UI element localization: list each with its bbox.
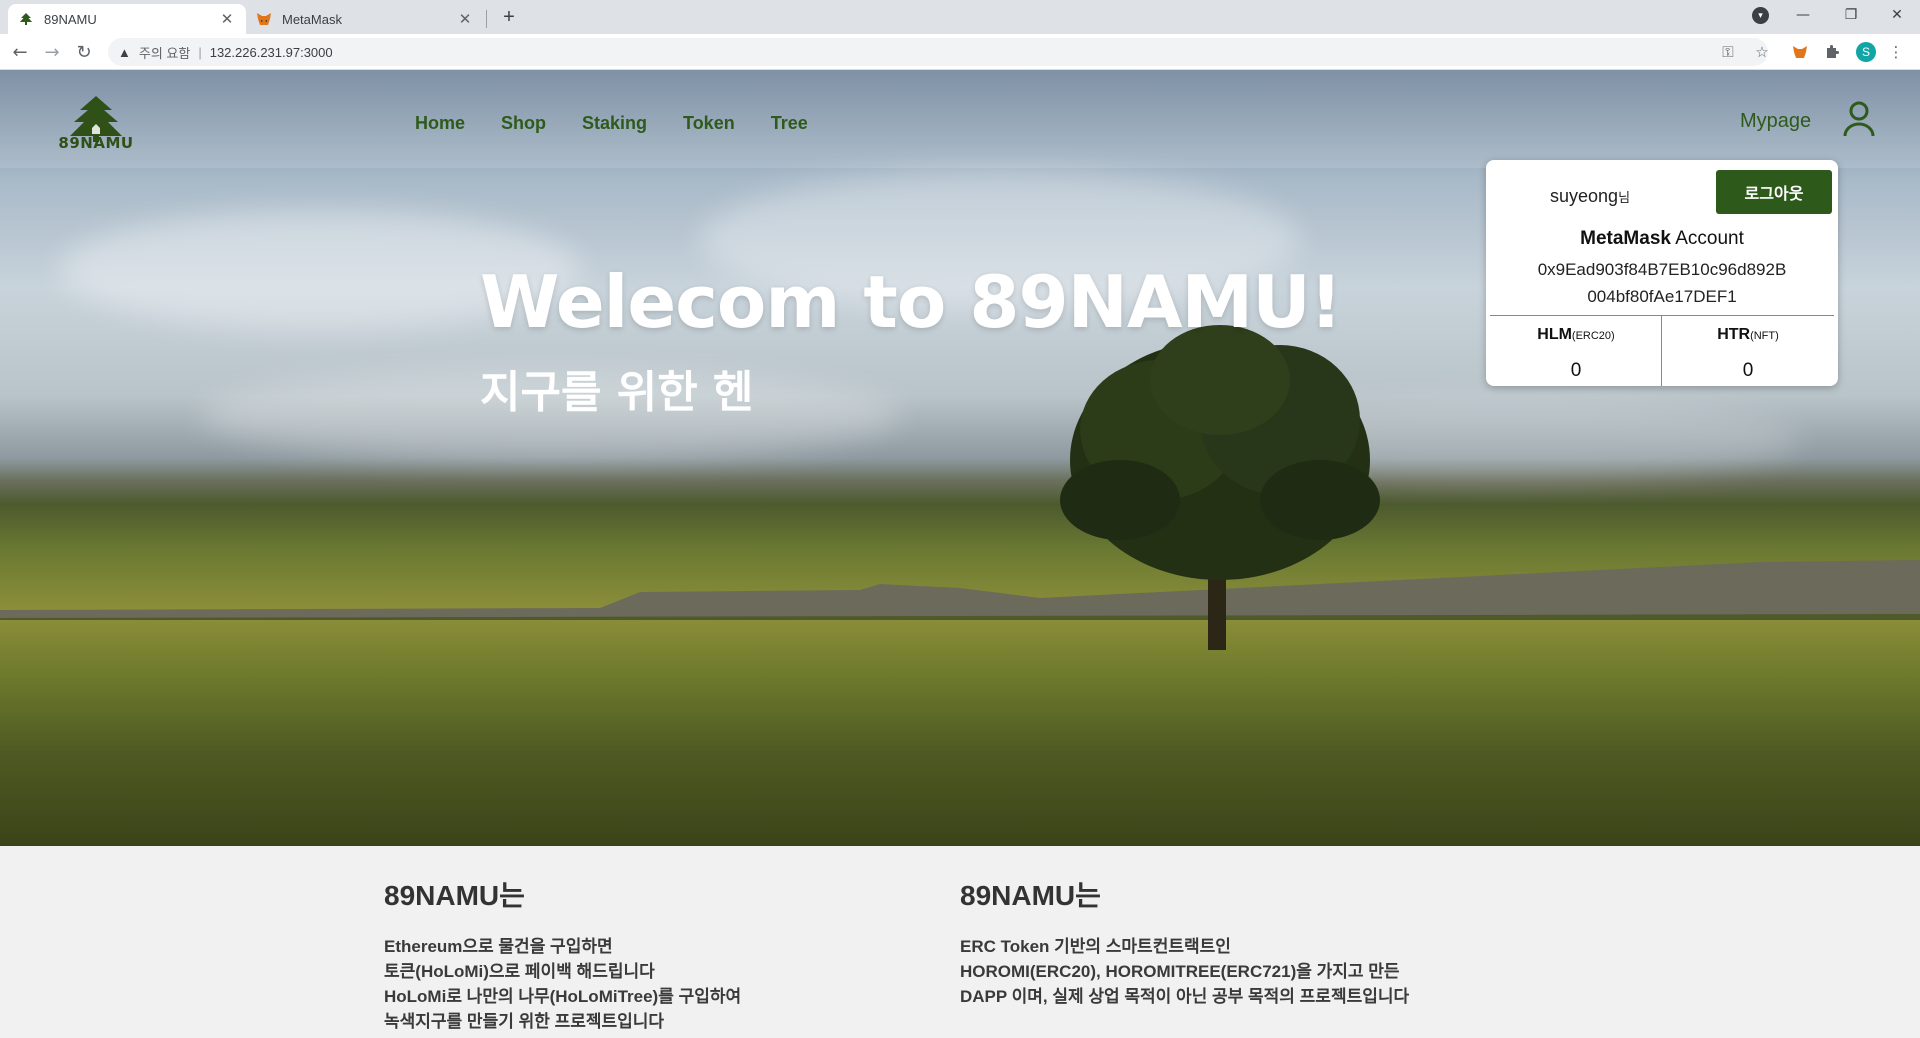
main-nav: Home Shop Staking Token Tree — [415, 113, 808, 134]
token-hlm-name: HLM — [1537, 326, 1572, 343]
metamask-extension-icon[interactable] — [1788, 40, 1812, 64]
more-menu-icon[interactable]: ⋮ — [1884, 40, 1908, 64]
token-htr-name: HTR — [1717, 326, 1751, 343]
distant-hills — [0, 560, 1920, 620]
token-htr-type: (NFT) — [1750, 330, 1779, 342]
account-popup: suyeong님 로그아웃 MetaMask Account 0x9Ead903… — [1486, 160, 1838, 386]
wallet-address: 0x9Ead903f84B7EB10c96d892B 004bf80fAe17D… — [1486, 256, 1838, 310]
token-hlm-type: (ERC20) — [1571, 330, 1615, 342]
user-profile-icon[interactable] — [1842, 100, 1876, 138]
warning-triangle-icon: ▲ — [118, 44, 131, 60]
new-tab-plus-icon[interactable]: + — [498, 5, 520, 29]
hero-title: Welecom to 89NAMU! — [480, 260, 1343, 344]
minimize-icon[interactable]: — — [1780, 0, 1826, 30]
logo-text: 89NAMU — [58, 134, 134, 152]
nav-shop[interactable]: Shop — [501, 113, 546, 134]
info-heading: 89NAMU는 — [384, 880, 525, 911]
logout-button[interactable]: 로그아웃 — [1716, 170, 1832, 214]
close-window-icon[interactable]: ✕ — [1874, 0, 1920, 30]
hero-subtitle: 지구를 위한 헨 — [480, 367, 754, 418]
forward-arrow-icon[interactable]: → — [40, 40, 64, 64]
wallet-address-line1: 0x9Ead903f84B7EB10c96d892B — [1537, 260, 1787, 279]
tab-close-icon[interactable]: ✕ — [218, 10, 236, 28]
info-line: HoLoMi로 나만의 나무(HoLoMiTree)를 구입하여 — [384, 987, 742, 1006]
browser-toolbar: ← → ↻ ▲ 주의 요함 | 132.226.231.97:3000 ⚿ ☆ … — [0, 34, 1920, 70]
key-icon[interactable]: ⚿ — [1716, 40, 1740, 64]
metamask-fox-icon — [256, 11, 272, 27]
token-hlm-label: HLM(ERC20) — [1490, 326, 1662, 344]
popup-divider — [1490, 315, 1834, 316]
info-line: 토큰(HoLoMi)으로 페이백 해드립니다 — [384, 962, 655, 981]
extensions-puzzle-icon[interactable] — [1820, 40, 1844, 64]
security-label: 주의 요함 — [138, 45, 191, 61]
tab-metamask[interactable]: MetaMask ✕ — [246, 4, 484, 34]
username: suyeong님 — [1550, 186, 1630, 207]
tab-search-dropdown-icon[interactable]: ▾ — [1752, 7, 1769, 24]
nav-tree[interactable]: Tree — [771, 113, 808, 134]
info-line: 녹색지구를 만들기 위한 프로젝트입니다 — [384, 1012, 665, 1031]
reload-icon[interactable]: ↻ — [72, 40, 96, 64]
star-bookmark-icon[interactable]: ☆ — [1750, 40, 1774, 64]
metamask-rest: Account — [1670, 228, 1744, 249]
address-separator: | — [198, 44, 202, 60]
tab-close-icon[interactable]: ✕ — [456, 10, 474, 28]
info-line: Ethereum으로 물건을 구입하면 — [384, 937, 613, 956]
info-section-left: 89NAMU는 Ethereum으로 물건을 구입하면 토큰(HoLoMi)으로… — [384, 874, 741, 1034]
nav-staking[interactable]: Staking — [582, 113, 647, 134]
tab-89namu[interactable]: 89NAMU ✕ — [8, 4, 246, 34]
tab-title: MetaMask — [282, 11, 342, 27]
address-bar[interactable]: ▲ 주의 요함 | 132.226.231.97:3000 — [108, 38, 1768, 66]
url-text: 132.226.231.97:3000 — [209, 44, 333, 60]
profile-avatar[interactable]: S — [1856, 42, 1876, 62]
tab-separator — [486, 10, 487, 28]
info-line: DAPP 이며, 실제 상업 목적이 아닌 공부 목적의 프로젝트입니다 — [960, 987, 1410, 1006]
metamask-account-title: MetaMask Account — [1486, 228, 1838, 250]
back-arrow-icon[interactable]: ← — [8, 40, 32, 64]
info-line: ERC Token 기반의 스마트컨트랙트인 — [960, 937, 1231, 956]
nav-token[interactable]: Token — [683, 113, 735, 134]
browser-tab-bar: 89NAMU ✕ MetaMask ✕ + ▾ — ❐ ✕ — [0, 0, 1920, 34]
token-htr-label: HTR(NFT) — [1662, 326, 1834, 344]
metamask-bold: MetaMask — [1580, 228, 1671, 249]
mypage-link[interactable]: Mypage — [1740, 110, 1811, 133]
wallet-address-line2: 004bf80fAe17DEF1 — [1587, 287, 1737, 306]
info-heading: 89NAMU는 — [960, 880, 1101, 911]
token-hlm-balance: 0 — [1570, 360, 1582, 381]
restore-icon[interactable]: ❐ — [1828, 0, 1874, 30]
tree-favicon-icon — [18, 11, 34, 27]
info-line: HOROMI(ERC20), HOROMITREE(ERC721)을 가지고 만… — [960, 962, 1400, 981]
site-header: 89NAMU Home Shop Staking Token Tree Mypa… — [0, 70, 1920, 168]
nav-home[interactable]: Home — [415, 113, 465, 134]
lone-tree — [1060, 325, 1380, 650]
username-text: suyeong — [1550, 186, 1619, 206]
info-section-right: 89NAMU는 ERC Token 기반의 스마트컨트랙트인 HOROMI(ER… — [960, 874, 1409, 1009]
token-htr-balance: 0 — [1742, 360, 1754, 381]
username-suffix: 님 — [1618, 190, 1631, 205]
page-viewport: 89NAMU Home Shop Staking Token Tree Mypa… — [0, 70, 1920, 1038]
tab-title: 89NAMU — [44, 11, 97, 27]
